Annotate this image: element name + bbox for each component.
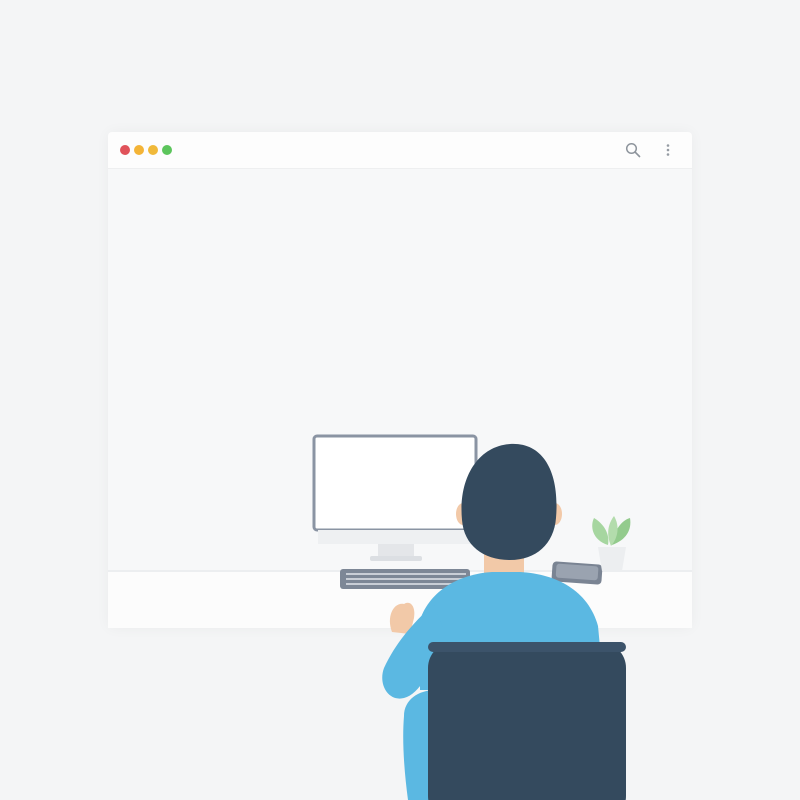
chair	[428, 642, 626, 800]
monitor	[312, 434, 478, 561]
stage	[0, 0, 800, 800]
person-at-desk-illustration	[108, 434, 692, 800]
plant	[592, 516, 631, 571]
